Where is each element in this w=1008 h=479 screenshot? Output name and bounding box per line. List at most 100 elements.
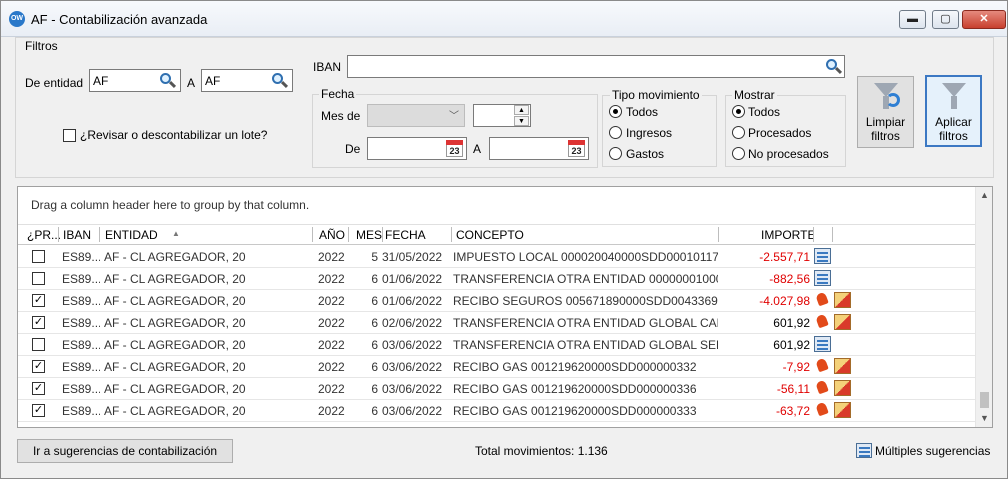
search-icon[interactable]	[824, 58, 843, 76]
cell-anio: 2022	[318, 250, 345, 264]
tipo-todos-radio[interactable]	[609, 105, 622, 118]
column-header-anio[interactable]: AÑO	[319, 228, 347, 242]
scroll-up-icon[interactable]: ▲	[976, 187, 992, 204]
maximize-button[interactable]: ▢	[932, 10, 959, 29]
calendar-icon[interactable]: 23	[568, 140, 585, 157]
suggestion-icon[interactable]	[814, 248, 831, 264]
vertical-scrollbar[interactable]: ▲ ▼	[975, 187, 992, 427]
app-icon: OW	[9, 11, 25, 27]
alert-icon[interactable]	[814, 292, 831, 308]
row-processed-checkbox[interactable]: ✓	[32, 316, 45, 329]
tipo-ingresos-radio[interactable]	[609, 126, 622, 139]
cell-anio: 2022	[318, 316, 345, 330]
table-row[interactable]: ✓ ES89... AF - CL AGREGADOR, 20 2022 6 03/06/…	[18, 400, 976, 422]
stepper-up-icon[interactable]: ▲	[514, 105, 529, 115]
cell-importe: -882,56	[769, 272, 810, 286]
table-row[interactable]: ES89... AF - CL AGREGADOR, 20 2022 5 31/05/2…	[18, 246, 976, 268]
table-row[interactable]: ES89... AF - CL AGREGADOR, 20 2022 6 03/06/2…	[18, 334, 976, 356]
column-header-iban[interactable]: IBAN	[63, 228, 99, 242]
suggestion-icon[interactable]	[814, 336, 831, 352]
table-row[interactable]: ✓ ES89... AF - CL AGREGADOR, 20 2022 6 01/06/…	[18, 290, 976, 312]
column-header-mes[interactable]: MES	[356, 228, 382, 242]
multiple-suggestions-icon	[856, 443, 872, 458]
chevron-down-icon[interactable]: ﹀	[449, 107, 459, 122]
close-button[interactable]: ✕	[962, 10, 1006, 29]
table-row[interactable]: ES89... AF - CL AGREGADOR, 20 2022 6 01/06/2…	[18, 268, 976, 290]
group-by-hint[interactable]: Drag a column header here to group by th…	[31, 198, 309, 212]
cell-entidad: AF - CL AGREGADOR, 20	[104, 404, 246, 418]
column-header-entidad[interactable]: ENTIDAD	[105, 228, 175, 242]
table-row[interactable]: ✓ ES89... AF - CL AGREGADOR, 20 2022 6 03/06/…	[18, 378, 976, 400]
cell-importe: -63,72	[775, 404, 810, 418]
edit-icon[interactable]	[834, 402, 851, 418]
cell-mes: 6	[371, 272, 378, 286]
cell-entidad: AF - CL AGREGADOR, 20	[104, 250, 246, 264]
alert-icon[interactable]	[814, 380, 831, 396]
edit-icon[interactable]	[834, 314, 851, 330]
tipo-gastos-label: Gastos	[626, 147, 665, 161]
scroll-down-icon[interactable]: ▼	[976, 410, 992, 427]
cell-concepto: TRANSFERENCIA OTRA ENTIDAD GLOBAL SERVI.…	[453, 338, 718, 352]
mostrar-todos-radio[interactable]	[732, 105, 745, 118]
calendar-icon[interactable]: 23	[446, 140, 463, 157]
cell-importe: 601,92	[773, 338, 810, 352]
mostrar-legend: Mostrar	[732, 88, 777, 102]
cell-anio: 2022	[318, 294, 345, 308]
iban-field[interactable]	[347, 55, 845, 78]
stepper-down-icon[interactable]: ▼	[514, 116, 529, 126]
month-label: Mes de	[321, 109, 361, 123]
row-processed-checkbox[interactable]: ✓	[32, 294, 45, 307]
row-processed-checkbox[interactable]	[32, 338, 45, 351]
iban-label: IBAN	[313, 60, 342, 74]
edit-icon[interactable]	[834, 358, 851, 374]
apply-filters-label-1: Aplicar	[935, 115, 972, 129]
row-processed-checkbox[interactable]: ✓	[32, 382, 45, 395]
cell-iban: ES89...	[62, 294, 100, 308]
filter-icon	[941, 83, 966, 111]
cell-mes: 6	[371, 382, 378, 396]
clear-filters-button[interactable]: Limpiar filtros	[857, 76, 914, 148]
search-icon[interactable]	[270, 72, 289, 90]
search-icon[interactable]	[158, 72, 177, 90]
cell-iban: ES89...	[62, 360, 100, 374]
clear-filter-icon	[873, 83, 900, 111]
cell-importe: -56,11	[776, 382, 810, 396]
sort-ascending-icon: ▲	[172, 229, 180, 238]
apply-filters-label-2: filtros	[939, 129, 968, 143]
cell-concepto: RECIBO GAS 001219620000SDD000000333	[453, 404, 697, 418]
mostrar-no-procesados-radio[interactable]	[732, 147, 745, 160]
window-title: AF - Contabilización avanzada	[31, 12, 208, 27]
go-to-suggestions-button[interactable]: Ir a sugerencias de contabilización	[17, 439, 233, 463]
alert-icon[interactable]	[814, 314, 831, 330]
review-lot-checkbox[interactable]	[63, 129, 76, 142]
minimize-button[interactable]: ▬	[899, 10, 926, 29]
tipo-gastos-radio[interactable]	[609, 147, 622, 160]
cell-anio: 2022	[318, 338, 345, 352]
title-bar: OW AF - Contabilización avanzada ▬ ▢ ✕	[1, 1, 1007, 37]
column-header-importe[interactable]: IMPORTE	[761, 228, 813, 242]
edit-icon[interactable]	[834, 292, 851, 308]
cell-entidad: AF - CL AGREGADOR, 20	[104, 294, 246, 308]
row-processed-checkbox[interactable]: ✓	[32, 360, 45, 373]
column-header-fecha[interactable]: FECHA	[385, 228, 451, 242]
row-processed-checkbox[interactable]	[32, 250, 45, 263]
row-processed-checkbox[interactable]	[32, 272, 45, 285]
cell-mes: 6	[371, 360, 378, 374]
column-header-concepto[interactable]: CONCEPTO	[456, 228, 656, 242]
scroll-thumb[interactable]	[980, 392, 989, 408]
cell-fecha: 01/06/2022	[382, 294, 443, 308]
date-to-label: A	[473, 142, 482, 156]
mostrar-procesados-radio[interactable]	[732, 126, 745, 139]
edit-icon[interactable]	[834, 380, 851, 396]
review-lot-label: ¿Revisar o descontabilizar un lote?	[80, 128, 268, 142]
alert-icon[interactable]	[814, 358, 831, 374]
cell-anio: 2022	[318, 360, 345, 374]
table-row[interactable]: ✓ ES89... AF - CL AGREGADOR, 20 2022 6 02/06/…	[18, 312, 976, 334]
cell-anio: 2022	[318, 382, 345, 396]
table-row[interactable]: ✓ ES89... AF - CL AGREGADOR, 20 2022 6 03/06/…	[18, 356, 976, 378]
cell-entidad: AF - CL AGREGADOR, 20	[104, 360, 246, 374]
suggestion-icon[interactable]	[814, 270, 831, 286]
row-processed-checkbox[interactable]: ✓	[32, 404, 45, 417]
apply-filters-button[interactable]: Aplicar filtros	[925, 75, 982, 147]
alert-icon[interactable]	[814, 402, 831, 418]
